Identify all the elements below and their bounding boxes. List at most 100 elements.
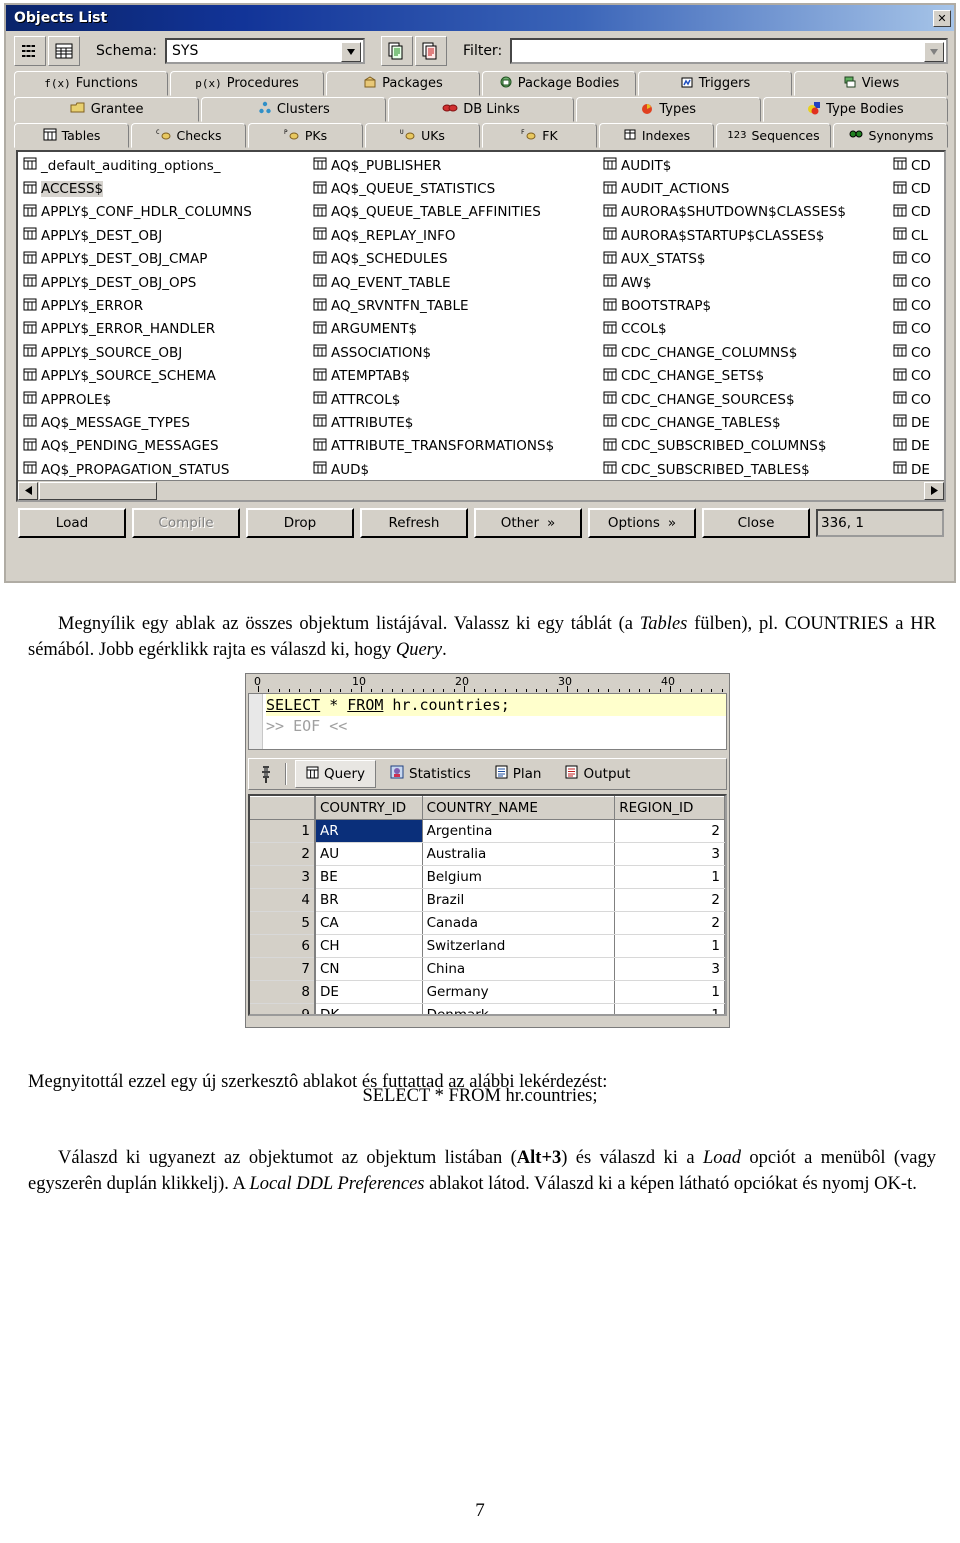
list-item[interactable]: CO (891, 318, 944, 341)
close-button[interactable]: Close (702, 508, 810, 538)
cell-country-name[interactable]: Denmark (422, 1003, 616, 1014)
tab-synonyms[interactable]: Synonyms (833, 123, 948, 148)
list-item[interactable]: AUDIT_ACTIONS (601, 177, 891, 200)
tab-functions[interactable]: f(x) Functions (14, 71, 168, 96)
cell-country-name[interactable]: Belgium (422, 865, 616, 889)
scrollbar-thumb[interactable] (39, 481, 157, 500)
result-tab-output[interactable]: Output (555, 760, 640, 788)
cell-country-name[interactable]: Canada (422, 911, 616, 935)
table-row[interactable]: 6 CH Switzerland 1 (250, 934, 725, 958)
list-item[interactable]: APPLY$_ERROR (21, 294, 311, 317)
column-header-country-name[interactable]: COUNTRY_NAME (422, 796, 616, 820)
cell-country-id[interactable]: CN (314, 957, 423, 981)
list-item[interactable]: CDC_CHANGE_COLUMNS$ (601, 341, 891, 364)
table-row[interactable]: 1 AR Argentina 2 (250, 819, 725, 843)
list-item[interactable]: AQ$_REPLAY_INFO (311, 224, 601, 247)
tab-grantee[interactable]: Grantee (14, 97, 200, 122)
cell-country-id[interactable]: BE (314, 865, 423, 889)
cell-region-id[interactable]: 2 (614, 888, 725, 912)
list-item[interactable]: CD (891, 154, 944, 177)
list-item[interactable]: CDC_CHANGE_SETS$ (601, 365, 891, 388)
cell-region-id[interactable]: 1 (614, 1003, 725, 1014)
column-header-country-id[interactable]: COUNTRY_ID (314, 796, 423, 820)
list-item[interactable]: APPROLE$ (21, 388, 311, 411)
result-grid-panel[interactable]: COUNTRY_ID COUNTRY_NAME REGION_ID 1 AR Arg… (248, 794, 727, 1016)
list-item[interactable]: DE (891, 458, 944, 481)
list-item[interactable]: AW$ (601, 271, 891, 294)
list-item[interactable]: ASSOCIATION$ (311, 341, 601, 364)
cell-country-name[interactable]: China (422, 957, 616, 981)
horizontal-scrollbar[interactable] (18, 480, 944, 500)
list-item[interactable]: CO (891, 294, 944, 317)
tab-indexes[interactable]: Indexes (599, 123, 714, 148)
table-row[interactable]: 2 AU Australia 3 (250, 842, 725, 866)
schema-select[interactable]: SYS (165, 38, 366, 64)
cell-region-id[interactable]: 3 (614, 842, 725, 866)
list-item[interactable]: AQ$_PUBLISHER (311, 154, 601, 177)
table-row[interactable]: 4 BR Brazil 2 (250, 888, 725, 912)
list-item[interactable]: CDC_SUBSCRIBED_TABLES$ (601, 458, 891, 481)
list-view-icon[interactable] (14, 36, 46, 66)
table-row[interactable]: 3 BE Belgium 1 (250, 865, 725, 889)
list-item[interactable]: APPLY$_DEST_OBJ_CMAP (21, 248, 311, 271)
result-tab-query[interactable]: Query (295, 760, 377, 788)
cell-country-name[interactable]: Brazil (422, 888, 616, 912)
list-item[interactable]: CO (891, 388, 944, 411)
cell-country-id[interactable]: CH (314, 934, 423, 958)
list-item[interactable]: CD (891, 201, 944, 224)
cell-country-name[interactable]: Germany (422, 980, 616, 1004)
list-item[interactable]: AQ$_MESSAGE_TYPES (21, 411, 311, 434)
list-item[interactable]: AQ$_PROPAGATION_STATUS (21, 458, 311, 481)
copy-green-icon[interactable] (381, 36, 414, 66)
cell-country-id[interactable]: DE (314, 980, 423, 1004)
chevron-down-icon[interactable] (341, 42, 362, 62)
cell-region-id[interactable]: 1 (614, 865, 725, 889)
list-item[interactable]: AUD$ (311, 458, 601, 481)
scroll-right-icon[interactable] (924, 481, 944, 500)
chevron-down-icon[interactable] (924, 42, 944, 62)
tab-tables[interactable]: Tables (14, 123, 129, 148)
list-item[interactable]: ATTRIBUTE$ (311, 411, 601, 434)
table-row[interactable]: 7 CN China 3 (250, 957, 725, 981)
cell-region-id[interactable]: 2 (614, 819, 725, 843)
table-row[interactable]: 8 DE Germany 1 (250, 980, 725, 1004)
list-item[interactable]: CDC_CHANGE_TABLES$ (601, 411, 891, 434)
list-item[interactable]: CCOL$ (601, 318, 891, 341)
result-tab-statistics[interactable]: Statistics (380, 760, 481, 788)
sql-text-editor[interactable]: SELECT * FROM hr.countries; >> EOF << (248, 694, 727, 750)
list-item[interactable]: AUX_STATS$ (601, 248, 891, 271)
list-item[interactable]: DE (891, 435, 944, 458)
list-item[interactable]: CDC_CHANGE_SOURCES$ (601, 388, 891, 411)
cell-region-id[interactable]: 3 (614, 957, 725, 981)
other-button[interactable]: Other » (474, 508, 582, 538)
list-item[interactable]: ATEMPTAB$ (311, 365, 601, 388)
cell-region-id[interactable]: 1 (614, 934, 725, 958)
cell-country-name[interactable]: Argentina (422, 819, 616, 843)
table-row[interactable]: 9 DK Denmark 1 (250, 1003, 725, 1014)
tab-packages[interactable]: Packages (326, 71, 480, 96)
list-item[interactable]: CO (891, 271, 944, 294)
copy-red-icon[interactable] (415, 36, 448, 66)
close-icon[interactable]: ✕ (933, 9, 951, 27)
list-item[interactable]: APPLY$_ERROR_HANDLER (21, 318, 311, 341)
table-row[interactable]: 5 CA Canada 2 (250, 911, 725, 935)
list-item[interactable]: ACCESS$ (21, 177, 311, 200)
drop-button[interactable]: Drop (246, 508, 354, 538)
objects-list-panel[interactable]: _default_auditing_options_ ACCESS$ APPLY$_… (16, 150, 946, 502)
refresh-button[interactable]: Refresh (360, 508, 468, 538)
list-item[interactable]: ATTRCOL$ (311, 388, 601, 411)
list-item[interactable]: APPLY$_DEST_OBJ_OPS (21, 271, 311, 294)
list-item[interactable]: AQ$_QUEUE_STATISTICS (311, 177, 601, 200)
list-item[interactable]: CO (891, 341, 944, 364)
list-item[interactable]: AUDIT$ (601, 154, 891, 177)
list-item[interactable]: AURORA$STARTUP$CLASSES$ (601, 224, 891, 247)
list-item[interactable]: AQ$_PENDING_MESSAGES (21, 435, 311, 458)
cell-country-id[interactable]: BR (314, 888, 423, 912)
tab-db-links[interactable]: DB Links (388, 97, 574, 122)
cell-country-id[interactable]: CA (314, 911, 423, 935)
tab-clusters[interactable]: Clusters (201, 97, 387, 122)
column-header-region-id[interactable]: REGION_ID (614, 796, 725, 820)
list-item[interactable]: ATTRIBUTE_TRANSFORMATIONS$ (311, 435, 601, 458)
list-item[interactable]: APPLY$_SOURCE_SCHEMA (21, 365, 311, 388)
list-item[interactable]: CDC_SUBSCRIBED_COLUMNS$ (601, 435, 891, 458)
